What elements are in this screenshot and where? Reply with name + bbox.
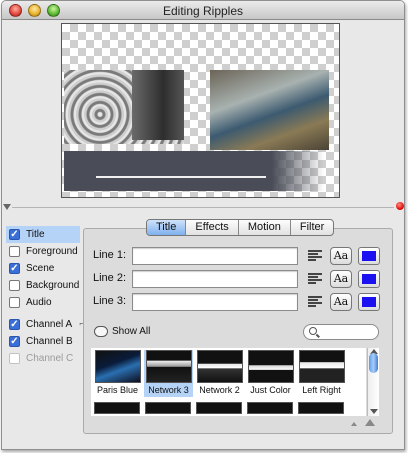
line-2-font-button[interactable]: Aa xyxy=(330,270,352,288)
line-3-font-button[interactable]: Aa xyxy=(330,293,352,311)
line-2-color-swatch xyxy=(362,274,376,284)
theme-item-next-row[interactable] xyxy=(94,402,140,414)
layer-label-scene: Scene xyxy=(26,263,55,274)
align-left-icon[interactable] xyxy=(308,296,322,308)
disclosure-triangle-icon[interactable] xyxy=(3,204,11,210)
theme-item-network-3[interactable]: Network 3 xyxy=(144,350,193,397)
tab-motion[interactable]: Motion xyxy=(239,220,291,235)
line-3-color-well[interactable] xyxy=(358,293,380,311)
theme-browser: Paris Blue Network 3 Network 2 Just Colo… xyxy=(91,348,366,416)
line-2-color-well[interactable] xyxy=(358,270,380,288)
title-line-2: Line 2: Aa xyxy=(93,270,388,288)
video-preview[interactable] xyxy=(61,23,340,198)
title-line-1: Line 1: Aa xyxy=(93,247,388,265)
preview-clip-ripples xyxy=(64,70,184,144)
inspector-tabs: Title Effects Motion Filter xyxy=(146,219,335,236)
line-3-color-swatch xyxy=(362,297,376,307)
line-1-color-well[interactable] xyxy=(358,247,380,265)
layer-item-scene[interactable]: ✓ Scene xyxy=(6,260,80,277)
layer-label-channel-b: Channel B xyxy=(26,336,73,347)
layer-label-background: Background xyxy=(26,280,80,291)
theme-item-network-2[interactable]: Network 2 xyxy=(195,350,244,395)
layer-list: ✓ Title Foreground ✓ Scene Background Au… xyxy=(6,226,84,367)
layer-label-audio: Audio xyxy=(26,297,52,308)
layer-checkbox-channel-b[interactable]: ✓ xyxy=(9,336,20,347)
speech-bubble-icon xyxy=(94,326,108,337)
theme-item-paris-blue[interactable]: Paris Blue xyxy=(93,350,142,395)
layer-checkbox-scene[interactable]: ✓ xyxy=(9,263,20,274)
line-1-font-button[interactable]: Aa xyxy=(330,247,352,265)
line-1-label: Line 1: xyxy=(93,249,127,261)
thumbnail-size-control xyxy=(351,418,375,428)
show-all-button[interactable]: Show All xyxy=(94,326,150,337)
tab-title[interactable]: Title xyxy=(147,220,187,235)
align-left-icon[interactable] xyxy=(308,250,322,262)
layer-checkbox-title[interactable]: ✓ xyxy=(9,229,20,240)
splitter-line xyxy=(12,207,394,208)
scroll-thumb[interactable] xyxy=(369,353,378,373)
line-2-field[interactable] xyxy=(132,270,298,288)
theme-name: Network 3 xyxy=(148,385,189,395)
layer-item-channel-a[interactable]: ✓ Channel A ⌐ xyxy=(6,316,84,333)
theme-item-next-row[interactable] xyxy=(247,402,293,414)
theme-thumbnail xyxy=(196,350,243,383)
layer-checkbox-channel-a[interactable]: ✓ xyxy=(9,319,20,330)
line-1-color-swatch xyxy=(362,251,376,261)
magnifier-icon xyxy=(309,327,317,335)
line-3-field[interactable] xyxy=(132,293,298,311)
theme-thumbnail xyxy=(94,350,141,383)
window-title: Editing Ripples xyxy=(162,4,244,18)
line-2-label: Line 2: xyxy=(93,272,127,284)
theme-name: Just Color xyxy=(250,385,291,395)
line-1-field[interactable] xyxy=(132,247,298,265)
zoom-in-icon[interactable] xyxy=(364,419,375,426)
theme-thumbnail xyxy=(247,350,294,383)
layer-checkbox-background[interactable] xyxy=(9,280,20,291)
layer-label-channel-a: Channel A xyxy=(26,319,73,330)
record-indicator-icon xyxy=(396,202,404,210)
theme-name: Paris Blue xyxy=(96,385,139,395)
layer-label-title: Title xyxy=(26,229,45,240)
theme-name: Network 2 xyxy=(199,385,240,395)
search-input[interactable] xyxy=(303,324,379,340)
theme-item-left-right[interactable]: Left Right xyxy=(297,350,346,395)
layer-checkbox-foreground[interactable] xyxy=(9,246,20,257)
tab-effects[interactable]: Effects xyxy=(186,220,239,235)
scroll-down-arrow-icon[interactable] xyxy=(370,409,378,414)
title-line-3: Line 3: Aa xyxy=(93,293,388,311)
show-all-label: Show All xyxy=(112,326,151,337)
tab-filter[interactable]: Filter xyxy=(291,220,333,235)
layer-item-audio[interactable]: Audio xyxy=(6,294,80,311)
layer-label-foreground: Foreground xyxy=(26,246,78,257)
layer-item-channel-b[interactable]: ✓ Channel B xyxy=(6,333,80,350)
layer-item-channel-c: Channel C xyxy=(6,350,80,367)
layer-item-foreground[interactable]: Foreground xyxy=(6,243,80,260)
theme-item-next-row[interactable] xyxy=(196,402,242,414)
title-bar: Editing Ripples xyxy=(2,1,404,20)
title-lower-third-bar xyxy=(64,151,324,191)
layer-checkbox-channel-c xyxy=(9,353,20,364)
layer-checkbox-audio[interactable] xyxy=(9,297,20,308)
align-left-icon[interactable] xyxy=(308,273,322,285)
line-3-label: Line 3: xyxy=(93,295,127,307)
layer-item-background[interactable]: Background xyxy=(6,277,80,294)
theme-thumbnail xyxy=(298,350,345,383)
theme-item-next-row[interactable] xyxy=(145,402,191,414)
preview-rock xyxy=(132,70,184,140)
theme-thumbnail xyxy=(145,350,192,383)
layer-item-title[interactable]: ✓ Title xyxy=(6,226,80,243)
zoom-out-icon[interactable] xyxy=(351,422,357,426)
preview-clip-river xyxy=(210,70,329,150)
theme-scrollbar[interactable] xyxy=(367,348,379,416)
title-lower-third-line xyxy=(96,176,266,178)
theme-item-just-color[interactable]: Just Color xyxy=(246,350,295,395)
splitter[interactable] xyxy=(0,202,408,212)
theme-name: Left Right xyxy=(302,385,341,395)
layer-label-channel-c: Channel C xyxy=(26,353,74,364)
theme-item-next-row[interactable] xyxy=(298,402,344,414)
